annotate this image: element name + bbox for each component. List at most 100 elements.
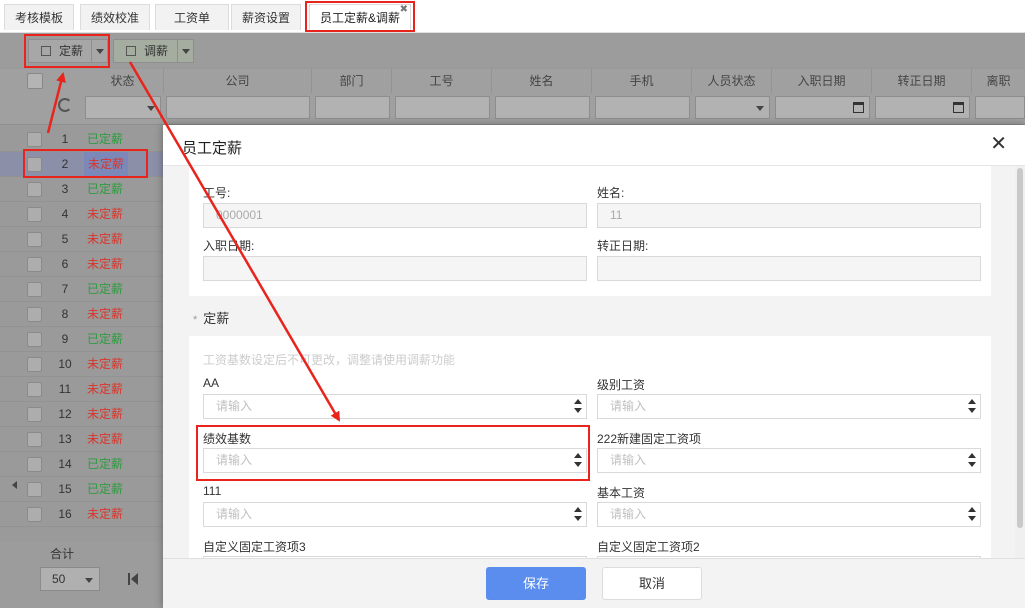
row-checkbox[interactable] (27, 482, 42, 497)
spinner-icon[interactable] (968, 507, 976, 523)
column-header-regular-date[interactable]: 转正日期 (872, 69, 972, 93)
first-page-icon[interactable] (128, 573, 138, 585)
table-row[interactable]: 2 未定薪 (0, 152, 163, 177)
table-row[interactable]: 5 未定薪 (0, 227, 163, 252)
scrollbar-thumb[interactable] (1017, 168, 1023, 528)
row-checkbox[interactable] (27, 182, 42, 197)
chevron-down-icon (756, 106, 764, 111)
department-filter-input[interactable] (315, 96, 390, 119)
spinner-icon[interactable] (968, 399, 976, 415)
spinner-icon[interactable] (574, 453, 582, 469)
row-checkbox[interactable] (27, 332, 42, 347)
table-row[interactable]: 16 未定薪 (0, 502, 163, 527)
row-number: 13 (58, 432, 72, 446)
row-checkbox[interactable] (27, 232, 42, 247)
tab-salary-settings[interactable]: 薪资设置 (231, 4, 302, 30)
status-badge: 未定薪 (87, 232, 124, 246)
save-button[interactable]: 保存 (486, 567, 586, 600)
calendar-icon[interactable] (853, 102, 864, 113)
calendar-icon[interactable] (953, 102, 964, 113)
row-checkbox[interactable] (27, 432, 42, 447)
column-header-employee-no[interactable]: 工号 (392, 69, 492, 93)
column-header-department[interactable]: 部门 (312, 69, 392, 93)
hire-date-filter-input[interactable] (775, 96, 870, 119)
table-row[interactable]: 3 已定薪 (0, 177, 163, 202)
aa-placeholder: 请输入 (216, 399, 253, 413)
staff-status-filter-select[interactable] (695, 96, 770, 119)
field-label-custom-item-3: 自定义固定工资项3 (203, 540, 306, 554)
name-filter-input[interactable] (495, 96, 590, 119)
aa-input[interactable]: 请输入 (203, 394, 587, 419)
salary-hint: 工资基数设定后不可更改，调整请使用调薪功能 (203, 353, 456, 367)
tab-assessment-template[interactable]: 考核模板 (4, 4, 75, 30)
phone-filter-input[interactable] (595, 96, 690, 119)
table-row[interactable]: 4 未定薪 (0, 202, 163, 227)
row-checkbox[interactable] (27, 357, 42, 372)
column-header-name[interactable]: 姓名 (492, 69, 592, 93)
table-row[interactable]: 9 已定薪 (0, 327, 163, 352)
dialog-scrollbar[interactable] (1015, 166, 1025, 558)
row-checkbox[interactable] (27, 132, 42, 147)
table-row[interactable]: 13 未定薪 (0, 427, 163, 452)
table-row[interactable]: 15 已定薪 (0, 477, 163, 502)
table-row[interactable]: 6 未定薪 (0, 252, 163, 277)
column-header-status[interactable]: 状态 (82, 69, 164, 93)
leave-date-filter-input[interactable] (975, 96, 1025, 119)
row-checkbox[interactable] (27, 307, 42, 322)
field-111-placeholder: 请输入 (216, 507, 253, 521)
column-header-hire-date[interactable]: 入职日期 (772, 69, 872, 93)
employee-no-filter-input[interactable] (395, 96, 490, 119)
close-icon[interactable]: ✖ (400, 0, 408, 23)
tab-payslip[interactable]: 工资单 (155, 4, 230, 30)
select-all-checkbox[interactable] (27, 73, 43, 89)
row-checkbox[interactable] (27, 407, 42, 422)
row-checkbox[interactable] (27, 282, 42, 297)
spinner-icon[interactable] (574, 399, 582, 415)
collapse-arrow-icon[interactable] (12, 481, 17, 489)
name-label: 姓名: (597, 186, 625, 200)
row-checkbox[interactable] (27, 507, 42, 522)
field-111-input[interactable]: 请输入 (203, 502, 587, 527)
tab-employee-salary[interactable]: 员工定薪&调薪 ✖ (309, 4, 412, 30)
regular-date-filter-input[interactable] (875, 96, 970, 119)
adjust-salary-button[interactable]: 调薪 (113, 39, 194, 63)
row-checkbox[interactable] (27, 257, 42, 272)
status-badge: 未定薪 (87, 307, 124, 321)
performance-base-input[interactable]: 请输入 (203, 448, 587, 473)
row-number: 11 (58, 382, 72, 396)
company-filter-input[interactable] (166, 96, 310, 119)
base-salary-input[interactable]: 请输入 (597, 502, 981, 527)
chevron-down-icon[interactable] (177, 40, 193, 62)
table-row[interactable]: 10 未定薪 (0, 352, 163, 377)
table-row[interactable]: 14 已定薪 (0, 452, 163, 477)
table-row[interactable]: 1 已定薪 (0, 127, 163, 152)
row-checkbox[interactable] (27, 207, 42, 222)
status-filter-select[interactable] (85, 96, 161, 119)
new-fixed-item-input[interactable]: 请输入 (597, 448, 981, 473)
column-header-phone[interactable]: 手机 (592, 69, 692, 93)
status-badge: 未定薪 (87, 382, 124, 396)
table-row[interactable]: 7 已定薪 (0, 277, 163, 302)
spinner-icon[interactable] (968, 453, 976, 469)
status-badge: 已定薪 (87, 332, 124, 346)
spinner-icon[interactable] (574, 507, 582, 523)
close-icon[interactable]: ✕ (990, 133, 1007, 155)
column-header-staff-status[interactable]: 人员状态 (692, 69, 772, 93)
table-row[interactable]: 12 未定薪 (0, 402, 163, 427)
status-badge: 未定薪 (87, 507, 124, 521)
row-checkbox[interactable] (27, 157, 42, 172)
refresh-icon[interactable] (58, 98, 72, 112)
cancel-button[interactable]: 取消 (602, 567, 702, 600)
set-salary-button[interactable]: 定薪 (28, 39, 108, 63)
row-checkbox[interactable] (27, 382, 42, 397)
level-salary-input[interactable]: 请输入 (597, 394, 981, 419)
table-row[interactable]: 8 未定薪 (0, 302, 163, 327)
column-header-leave-date[interactable]: 离职 (972, 69, 1025, 93)
row-checkbox[interactable] (27, 457, 42, 472)
page-size-select[interactable]: 50 (40, 567, 100, 591)
table-row[interactable]: 11 未定薪 (0, 377, 163, 402)
column-header-company[interactable]: 公司 (164, 69, 312, 93)
chevron-down-icon[interactable] (91, 40, 107, 62)
edit-icon (126, 46, 136, 56)
tab-performance-calibration[interactable]: 绩效校准 (80, 4, 151, 30)
